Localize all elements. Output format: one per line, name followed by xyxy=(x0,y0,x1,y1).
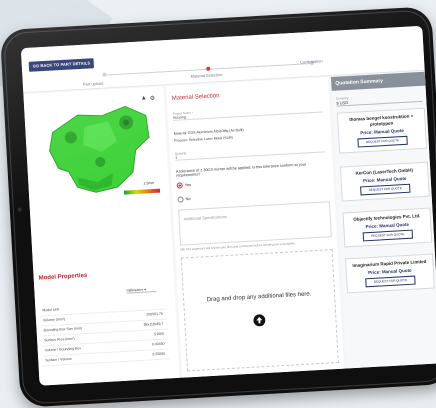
property-value: 88x118x49.7 xyxy=(143,321,164,327)
model-properties-title: Model Properties xyxy=(38,272,88,282)
file-dropzone[interactable]: Drag and drop any additional files here. xyxy=(180,249,339,372)
model-panel: ▲ ⚙ 2.5mm Model Properties millimeters ▾… xyxy=(23,86,180,386)
radio-yes-label: Yes xyxy=(184,181,192,188)
property-value: 205561.76 xyxy=(146,311,163,317)
request-for-quote-button[interactable]: REQUEST FOR QUOTE xyxy=(362,229,414,242)
material-panel: Material Selection Project Name * Housin… xyxy=(166,77,345,378)
radio-yes[interactable]: Yes xyxy=(176,181,192,189)
property-value: 0.40450 xyxy=(151,341,165,347)
request-for-quote-button[interactable]: REQUEST FOR QUOTE xyxy=(365,275,416,288)
step-label-part-upload: Part upload xyxy=(82,80,104,87)
radio-yes-indicator[interactable] xyxy=(176,182,183,189)
request-for-quote-button[interactable]: REQUEST FOR QUOTE xyxy=(360,183,411,196)
cube-icon[interactable]: ▲ xyxy=(141,95,147,101)
quotation-panel: Quotation Summary Currency $ USD thomas … xyxy=(330,71,436,369)
project-name-field[interactable]: Project Name * Housing xyxy=(173,103,323,121)
property-label: Volume / Bounding Box xyxy=(44,346,82,353)
radio-no-label: No xyxy=(185,196,191,202)
units-select[interactable]: millimeters ▾ xyxy=(126,287,157,294)
supplier-card: Objectify technologies Pvt. Ltd. Price: … xyxy=(342,207,433,248)
supplier-card: thomas bengel konstruktion + prototypen … xyxy=(336,107,428,154)
step-dot-2 xyxy=(206,66,211,71)
upload-icon xyxy=(253,314,266,327)
property-label: Volume (mm³) xyxy=(42,317,66,323)
step-label-confirmation: Confirmation xyxy=(299,58,323,65)
settings-icon[interactable]: ⚙ xyxy=(150,95,156,102)
quantity-field[interactable]: Quantity 1 xyxy=(175,143,326,161)
dropzone-text: Drag and drop any additional files here. xyxy=(206,291,312,304)
property-label: Surface Area (mm²) xyxy=(44,336,75,343)
property-value: 51565 xyxy=(154,331,165,337)
additional-specifications-input[interactable]: Additional Specifications xyxy=(178,201,332,246)
supplier-card: Imaginarium Rapid Private Limited Price:… xyxy=(345,253,435,294)
step-label-material-selection: Material Selection xyxy=(190,71,223,79)
legend-value: 2.5mm xyxy=(143,180,155,186)
3d-viewer[interactable]: ▲ ⚙ 2.5mm xyxy=(28,92,163,208)
quotation-summary-title: Quotation Summary xyxy=(335,78,384,87)
radio-no[interactable]: No xyxy=(177,196,191,203)
back-to-part-details-button[interactable]: GO BACK TO PART DETAILS xyxy=(28,58,95,72)
request-for-quote-button[interactable]: REQUEST FOR QUOTE xyxy=(357,135,408,148)
supplier-card: KerCon (LaserTech GmbH) Price: Manual Qu… xyxy=(339,161,430,202)
currency-select[interactable]: $ USD xyxy=(336,95,423,107)
property-label: Model Unit xyxy=(42,307,60,313)
app-screen: GO BACK TO PART DETAILS Part upload Mate… xyxy=(20,25,436,386)
additional-specifications-placeholder: Additional Specifications xyxy=(183,213,228,222)
tolerance-question: A tolerance of ± 300.0 micron will be ap… xyxy=(175,162,307,178)
material-selection-title: Material Selection xyxy=(171,93,220,102)
property-label: Surface / Volume xyxy=(45,356,73,363)
radio-no-indicator[interactable] xyxy=(177,196,184,203)
step-dot-1 xyxy=(102,72,107,77)
property-label: Bounding Box Size (mm) xyxy=(43,326,83,333)
tablet-frame: GO BACK TO PART DETAILS Part upload Mate… xyxy=(0,6,436,408)
property-value: 0.25066 xyxy=(152,351,166,357)
